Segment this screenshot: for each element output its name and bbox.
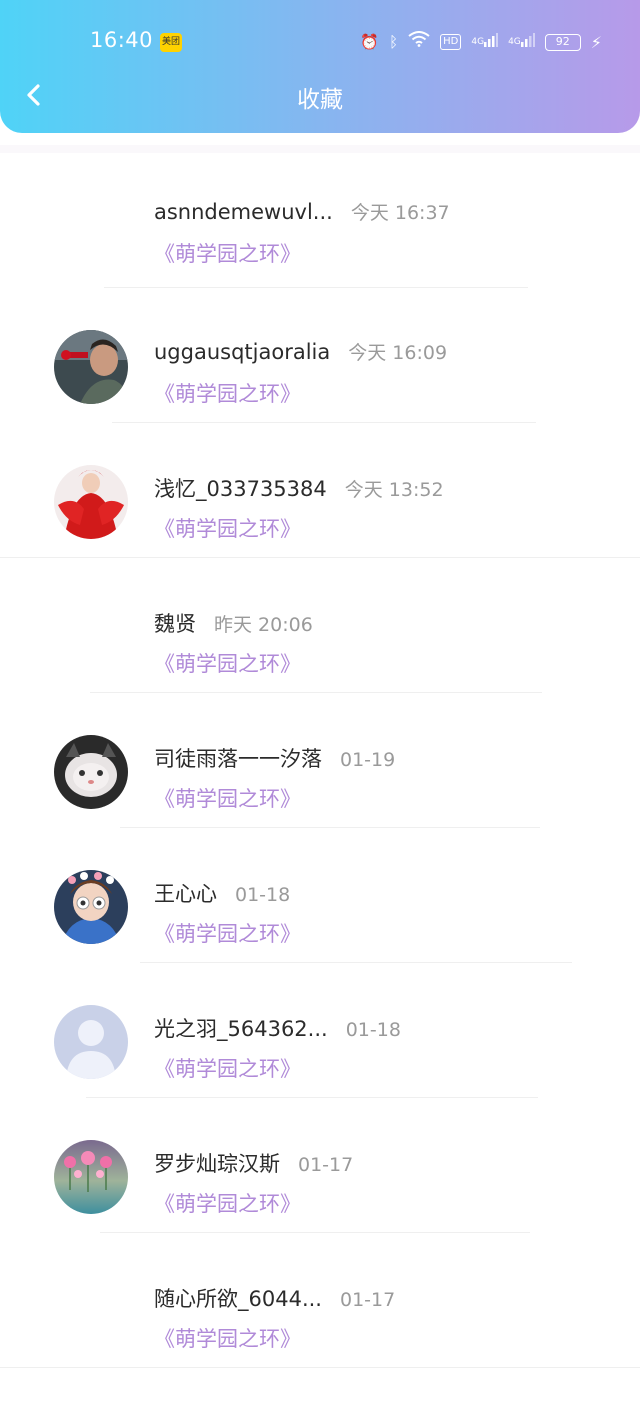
book-title[interactable]: 《萌学园之环》 (154, 238, 301, 268)
battery-icon: 92 (544, 33, 581, 51)
user-name: uggausqtjaoralia (154, 340, 331, 364)
list-item[interactable]: 罗步灿琮汉斯 01-17 《萌学园之环》 (0, 1098, 640, 1233)
status-bar: 16:40 美团 ⏰ ᛒ HD 4G 4G 92 ⚡ (0, 0, 640, 86)
user-name: 浅忆_033735384 (154, 477, 327, 501)
user-name: 司徒雨落一一汐落 (154, 747, 322, 771)
signal-icon-1: 4G (471, 28, 499, 56)
list-item[interactable]: 浅忆_033735384 今天 13:52 《萌学园之环》 (0, 423, 640, 558)
avatar[interactable] (54, 1140, 128, 1214)
meituan-app-icon: 美团 (160, 33, 182, 52)
list-item[interactable]: 王心心 01-18 《萌学园之环》 (0, 828, 640, 963)
charging-icon: ⚡ (590, 32, 602, 52)
book-title[interactable]: 《萌学园之环》 (154, 918, 301, 948)
page-title: 收藏 (297, 87, 343, 113)
wifi-icon (408, 28, 430, 56)
header-bar: 16:40 美团 ⏰ ᛒ HD 4G 4G 92 ⚡ 收藏 (0, 0, 640, 133)
list-item[interactable]: 光之羽_564362... 01-18 《萌学园之环》 (0, 963, 640, 1098)
bluetooth-icon: ᛒ (389, 33, 399, 51)
favorite-time: 01-18 (345, 1019, 401, 1041)
favorite-time: 今天 16:37 (350, 202, 450, 224)
book-title[interactable]: 《萌学园之环》 (154, 648, 301, 678)
list-item[interactable]: asnndemewuvl... 今天 16:37 《萌学园之环》 (0, 153, 640, 288)
list-top-gap (0, 145, 640, 153)
avatar[interactable] (54, 735, 128, 809)
book-title[interactable]: 《萌学园之环》 (154, 783, 301, 813)
status-icons: ⏰ ᛒ HD 4G 4G 92 ⚡ (360, 28, 602, 56)
user-name: 王心心 (154, 882, 217, 906)
hd-icon: HD (440, 34, 462, 50)
book-title[interactable]: 《萌学园之环》 (154, 1188, 301, 1218)
favorite-time: 昨天 20:06 (214, 614, 313, 636)
list-item[interactable]: 魏贤 昨天 20:06 《萌学园之环》 (0, 558, 640, 693)
book-title[interactable]: 《萌学园之环》 (154, 378, 301, 408)
divider (0, 1367, 640, 1368)
favorite-time: 今天 16:09 (348, 342, 448, 364)
status-time: 16:40 (90, 28, 154, 52)
favorite-time: 01-17 (339, 1289, 396, 1311)
signal-icon-2: 4G (508, 28, 535, 56)
avatar[interactable] (54, 870, 128, 944)
favorite-time: 01-19 (340, 749, 396, 771)
default-avatar-icon (54, 1005, 128, 1079)
user-name: 光之羽_564362... (154, 1017, 328, 1041)
favorite-time: 今天 13:52 (344, 479, 444, 501)
favorites-list: asnndemewuvl... 今天 16:37 《萌学园之环》 uggausq… (0, 145, 640, 1368)
avatar[interactable] (54, 465, 128, 539)
user-name: asnndemewuvl... (154, 200, 333, 224)
list-item[interactable]: uggausqtjaoralia 今天 16:09 《萌学园之环》 (0, 288, 640, 423)
avatar[interactable] (54, 1005, 128, 1079)
book-title[interactable]: 《萌学园之环》 (154, 1053, 301, 1083)
alarm-icon: ⏰ (360, 33, 380, 51)
list-item[interactable]: 随心所欲_6044... 01-17 《萌学园之环》 (0, 1233, 640, 1368)
favorite-time: 01-18 (235, 884, 291, 906)
book-title[interactable]: 《萌学园之环》 (154, 513, 301, 543)
book-title[interactable]: 《萌学园之环》 (154, 1323, 301, 1353)
user-name: 罗步灿琮汉斯 (154, 1152, 280, 1176)
favorite-time: 01-17 (298, 1154, 354, 1176)
user-name: 魏贤 (154, 612, 196, 636)
list-item[interactable]: 司徒雨落一一汐落 01-19 《萌学园之环》 (0, 693, 640, 828)
user-name: 随心所欲_6044... (154, 1287, 322, 1311)
avatar[interactable] (54, 330, 128, 404)
